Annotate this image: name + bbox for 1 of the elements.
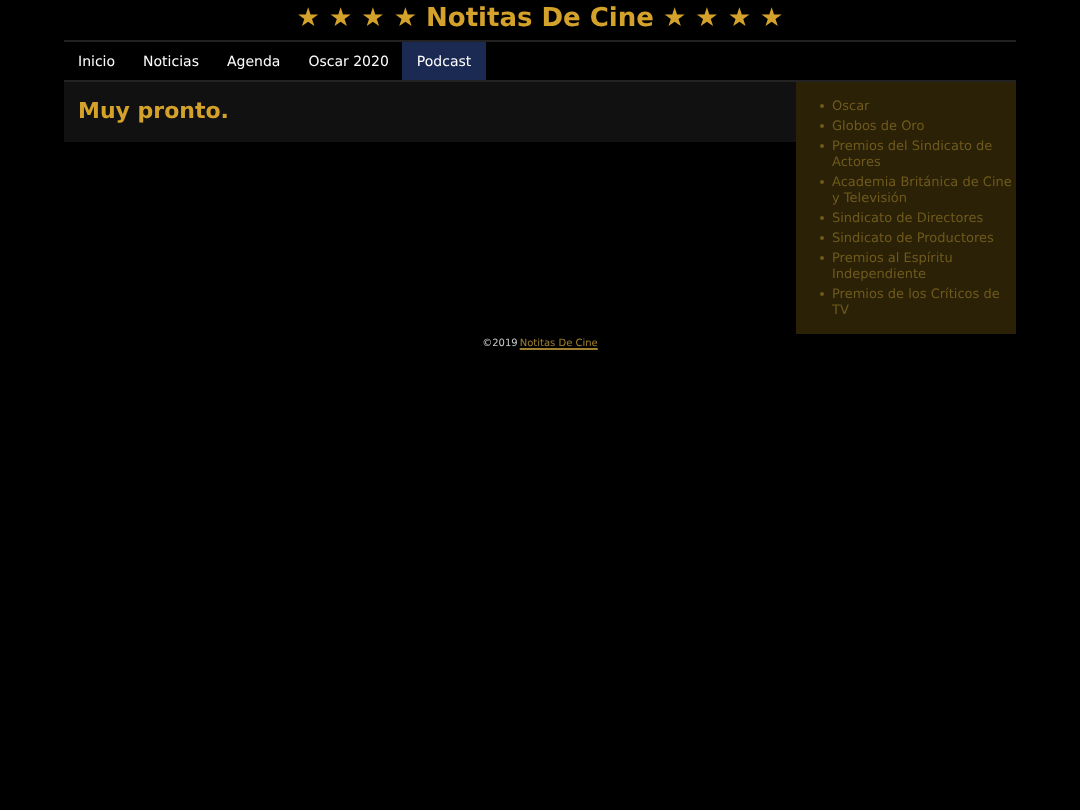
content-heading: Muy pronto.	[78, 95, 229, 128]
